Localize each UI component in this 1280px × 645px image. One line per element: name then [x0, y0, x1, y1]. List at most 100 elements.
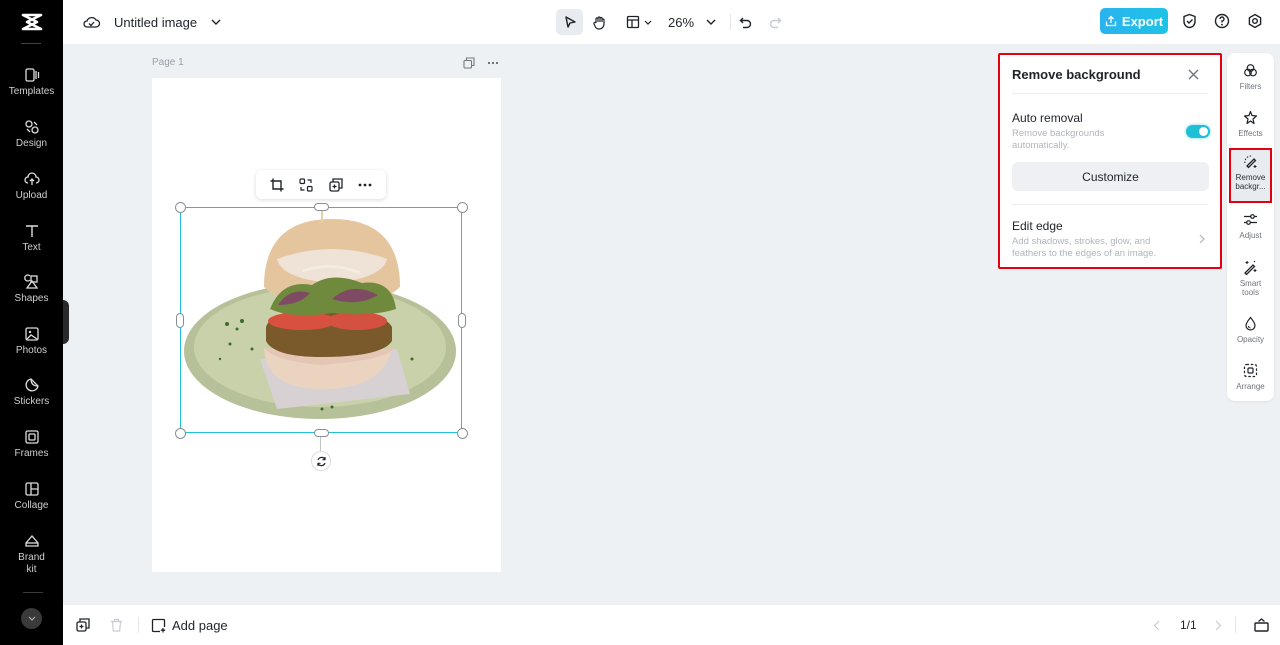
more-options-button[interactable] — [356, 176, 374, 194]
zoom-dropdown-button[interactable] — [703, 9, 719, 35]
hand-icon — [592, 15, 605, 30]
capcut-logo[interactable] — [0, 0, 63, 44]
duplicate-icon — [463, 57, 475, 69]
logo-icon — [21, 13, 42, 31]
edit-edge-open-button[interactable] — [1197, 233, 1207, 245]
more-horizontal-icon — [487, 61, 499, 65]
tool-label: Adjust — [1239, 231, 1262, 240]
undo-icon — [739, 17, 751, 28]
sidebar-item-shapes[interactable]: Shapes — [0, 274, 63, 305]
resize-handle-bottom[interactable] — [314, 429, 329, 437]
image-context-toolbar — [256, 170, 386, 199]
resize-handle-bottom-left[interactable] — [175, 428, 186, 439]
settings-button[interactable] — [1245, 11, 1265, 31]
tool-remove-background[interactable]: Remove backgr... — [1229, 148, 1272, 203]
page-more-button[interactable] — [486, 56, 500, 70]
help-button[interactable] — [1212, 11, 1232, 31]
bottom-divider — [1235, 617, 1236, 633]
resize-handle-top-right[interactable] — [457, 202, 468, 213]
photos-icon — [24, 327, 39, 341]
duplicate-element-button[interactable] — [327, 176, 345, 194]
resize-handle-top-left[interactable] — [175, 202, 186, 213]
zoom-level[interactable]: 26% — [668, 0, 694, 44]
filters-icon — [1244, 64, 1257, 77]
resize-handle-left[interactable] — [176, 313, 184, 328]
sidebar-item-stickers[interactable]: Stickers — [0, 377, 63, 408]
tool-adjust[interactable]: Adjust — [1227, 212, 1274, 240]
sidebar-item-frames[interactable]: Frames — [0, 429, 63, 460]
sidebar-item-label: Brand kit — [18, 552, 45, 575]
logo-divider — [21, 43, 41, 44]
tool-opacity[interactable]: Opacity — [1227, 316, 1274, 344]
page-panel-toggle-button[interactable] — [1253, 617, 1269, 633]
help-icon — [1214, 13, 1230, 29]
sidebar-item-collage[interactable]: Collage — [0, 481, 63, 512]
layout-dropdown-button[interactable] — [623, 9, 655, 35]
panel-close-button[interactable] — [1186, 67, 1200, 81]
sidebar-item-label: Collage — [14, 500, 49, 511]
duplicate-icon — [76, 618, 90, 632]
tool-label: Effects — [1238, 129, 1263, 138]
arrange-icon — [1243, 363, 1258, 378]
sidebar-item-templates[interactable]: Templates — [0, 67, 63, 98]
sidebar-item-brand-kit[interactable]: Brand kit — [0, 533, 63, 576]
sidebar-item-text[interactable]: Text — [0, 223, 63, 254]
tool-effects[interactable]: Effects — [1227, 110, 1274, 138]
tool-label: Arrange — [1236, 382, 1265, 391]
sidebar-item-design[interactable]: Design — [0, 119, 63, 150]
tool-filters[interactable]: Filters — [1227, 63, 1274, 91]
export-label: Export — [1121, 13, 1164, 29]
sidebar-item-label: Templates — [8, 86, 55, 97]
auto-removal-description: Remove backgrounds automatically. — [1012, 128, 1105, 151]
tool-label: Remove backgr... — [1235, 173, 1266, 191]
shield-check-icon — [1182, 13, 1196, 29]
chevron-down-icon[interactable] — [211, 19, 221, 25]
previous-page-button[interactable] — [1148, 617, 1164, 633]
sidebar-item-photos[interactable]: Photos — [0, 326, 63, 357]
edit-edge-title[interactable]: Edit edge — [1012, 219, 1063, 233]
sidebar-more-button[interactable] — [21, 608, 42, 629]
customize-button[interactable]: Customize — [1012, 162, 1209, 191]
export-button[interactable]: Export — [1100, 8, 1168, 34]
document-title[interactable]: Untitled image — [114, 15, 197, 30]
undo-button[interactable] — [736, 9, 754, 35]
auto-removal-toggle[interactable] — [1186, 125, 1210, 138]
rotate-handle[interactable] — [311, 451, 331, 471]
hand-tool-button[interactable] — [587, 9, 611, 35]
brand-kit-icon — [24, 535, 39, 547]
sidebar-item-label: Photos — [15, 345, 48, 356]
replace-button[interactable] — [297, 176, 315, 194]
delete-page-button[interactable] — [108, 617, 124, 633]
effects-icon — [1243, 110, 1258, 125]
redo-button[interactable] — [766, 9, 784, 35]
trash-icon — [110, 618, 122, 632]
sidebar-divider — [23, 592, 43, 593]
gear-icon — [1248, 13, 1262, 29]
collage-icon — [24, 482, 39, 496]
rotate-connector — [320, 437, 321, 451]
tool-arrange[interactable]: Arrange — [1227, 363, 1274, 391]
crop-button[interactable] — [268, 176, 286, 194]
security-button[interactable] — [1179, 11, 1199, 31]
sidebar-item-label: Stickers — [13, 396, 50, 407]
cloud-saved-icon — [83, 16, 100, 28]
image-tools-rail: Filters Effects Remove backgr... Adjust … — [1227, 53, 1274, 401]
next-page-button[interactable] — [1210, 617, 1226, 633]
tool-smart-tools[interactable]: Smart tools — [1227, 260, 1274, 297]
layout-icon — [626, 15, 640, 29]
resize-handle-bottom-right[interactable] — [457, 428, 468, 439]
sidebar-collapse-handle[interactable] — [63, 300, 69, 344]
text-icon — [25, 225, 38, 237]
duplicate-page-bottom-button[interactable] — [75, 617, 91, 633]
resize-handle-right[interactable] — [458, 313, 466, 328]
add-page-button[interactable]: Add page — [151, 605, 228, 645]
resize-handle-top[interactable] — [314, 203, 329, 211]
replace-icon — [299, 177, 313, 192]
document-title-area[interactable]: Untitled image — [83, 0, 221, 44]
sidebar-item-upload[interactable]: Upload — [0, 171, 63, 202]
select-tool-button[interactable] — [556, 9, 583, 35]
duplicate-page-button[interactable] — [462, 56, 476, 70]
chevron-right-icon — [1215, 620, 1221, 630]
frames-icon — [24, 430, 39, 444]
panel-divider — [1012, 93, 1208, 94]
